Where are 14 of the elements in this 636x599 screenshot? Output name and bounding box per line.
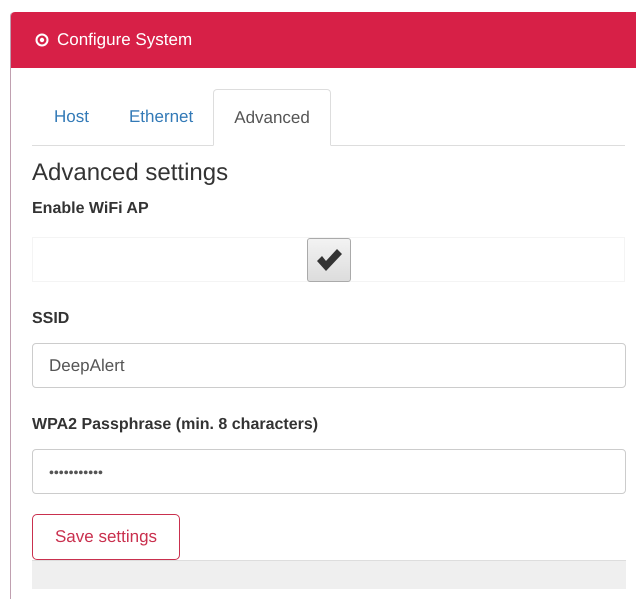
field-label: Enable WiFi AP (32, 199, 150, 219)
tab[interactable]: Advanced (213, 89, 331, 146)
field-label: SSID (32, 309, 70, 329)
tab[interactable]: Host (34, 88, 109, 145)
panel-title: Configure System (57, 29, 192, 52)
input-field[interactable]: DeepAlert (32, 343, 626, 388)
target-icon (35, 33, 49, 47)
input-field[interactable]: ••••••••••• (32, 449, 626, 494)
save-button[interactable]: Save settings (32, 514, 180, 560)
checkbox[interactable] (306, 238, 350, 282)
section-title: Advanced settings (32, 158, 230, 188)
check-icon (314, 246, 342, 272)
tab[interactable]: Ethernet (108, 88, 214, 145)
field-label: WPA2 Passphrase (min. 8 characters) (32, 415, 320, 435)
